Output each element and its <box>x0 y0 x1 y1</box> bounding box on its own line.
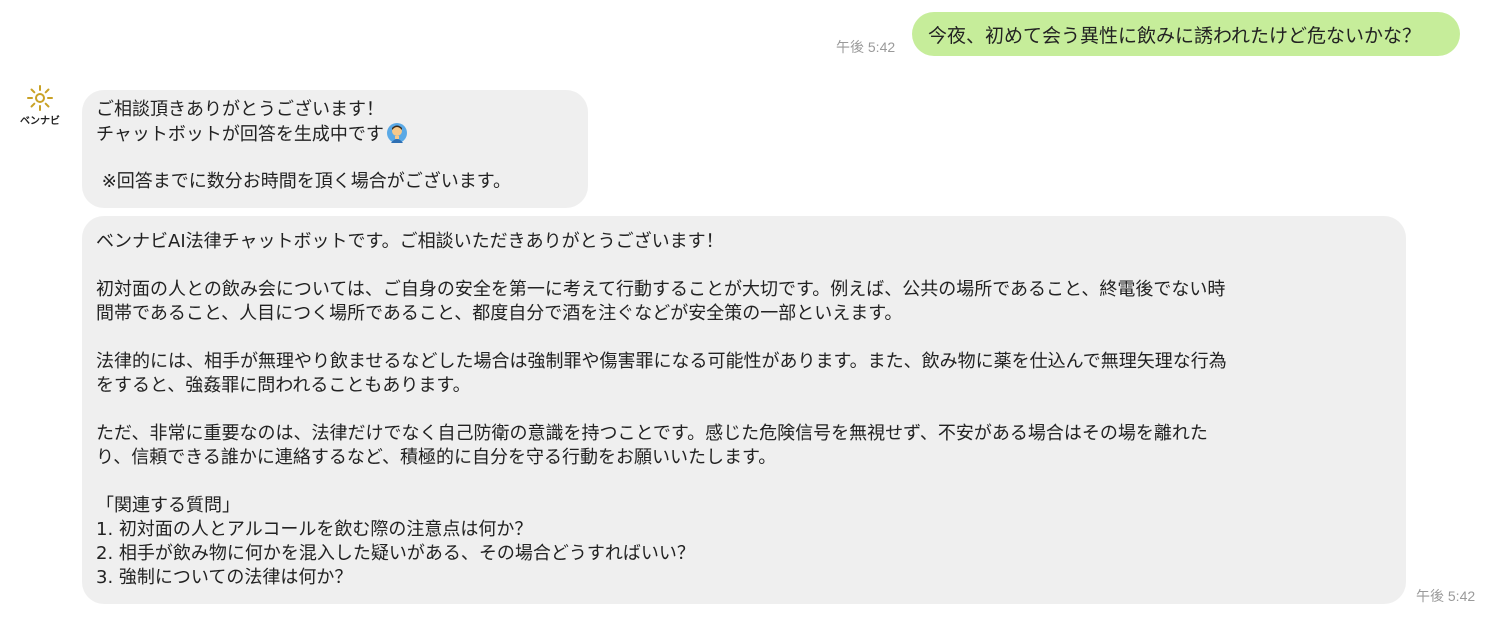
bot-message-2-line: をすると、強姦罪に問われることもあります。 <box>96 375 471 396</box>
bot-message-2-line: ただ、非常に重要なのは、法律だけでなく自己防衛の意識を持つことです。感じた危険信… <box>96 423 1208 444</box>
bot-message-2-spacer <box>96 398 1392 422</box>
bot-message-2-spacer <box>96 254 1392 278</box>
bot-message-1-spacer <box>96 146 574 170</box>
bot-logo-icon <box>27 85 53 111</box>
bot-message-1-line: チャットボットが回答を生成中です <box>96 122 574 146</box>
related-question-2[interactable]: 2. 相手が飲み物に何かを混入した疑いがある、その場合どうすればいい？ <box>96 542 1392 566</box>
bot-message-2-line: 法律的には、相手が無理やり飲ませるなどした場合は強制罪や傷害罪になる可能性があり… <box>96 351 1227 372</box>
bot-message-time: 午後 5:42 <box>1416 588 1476 604</box>
bot-name: ベンナビ <box>20 116 60 127</box>
user-message-time: 午後 5:42 <box>836 39 896 55</box>
related-question-1[interactable]: 1. 初対面の人とアルコールを飲む際の注意点は何か？ <box>96 518 1392 542</box>
bot-message-bubble-2[interactable]: ベンナビAI法律チャットボットです。ご相談いただきありがとうございます！ 初対面… <box>82 216 1406 604</box>
related-question-3[interactable]: 3. 強制についての法律は何か？ <box>96 566 1392 590</box>
bot-message-2-line: り、信頼できる誰かに連絡するなど、積極的に自分を守る行動をお願いいたします。 <box>96 447 777 468</box>
person-bowing-icon <box>386 123 407 143</box>
bot-message-2-line: 間帯であること、人目につく場所であること、都度自分で酒を注ぐなどが安全策の一部と… <box>96 303 903 324</box>
bot-message-2-line: 初対面の人との飲み会については、ご自身の安全を第一に考えて行動することが大切です… <box>96 279 1226 300</box>
bot-message-2-spacer <box>96 470 1392 494</box>
bot-message-2-line: ベンナビAI法律チャットボットです。ご相談いただきありがとうございます！ <box>96 231 724 252</box>
bot-message-1-line: ※回答までに数分お時間を頂く場合がございます。 <box>96 171 512 192</box>
user-message-bubble[interactable]: 今夜、初めて会う異性に飲みに誘われたけど危ないかな？ <box>912 12 1460 56</box>
related-questions-heading: 「関連する質問」 <box>96 495 240 516</box>
bot-message-2-spacer <box>96 326 1392 350</box>
user-message-text: 今夜、初めて会う異性に飲みに誘われたけど危ないかな？ <box>928 24 1422 47</box>
bot-message-bubble-1[interactable]: ご相談頂きありがとうございます！ チャットボットが回答を生成中です ※回答までに… <box>82 90 588 208</box>
bot-message-1-line: ご相談頂きありがとうございます！ <box>96 99 384 120</box>
bot-avatar[interactable]: ベンナビ <box>16 84 64 128</box>
